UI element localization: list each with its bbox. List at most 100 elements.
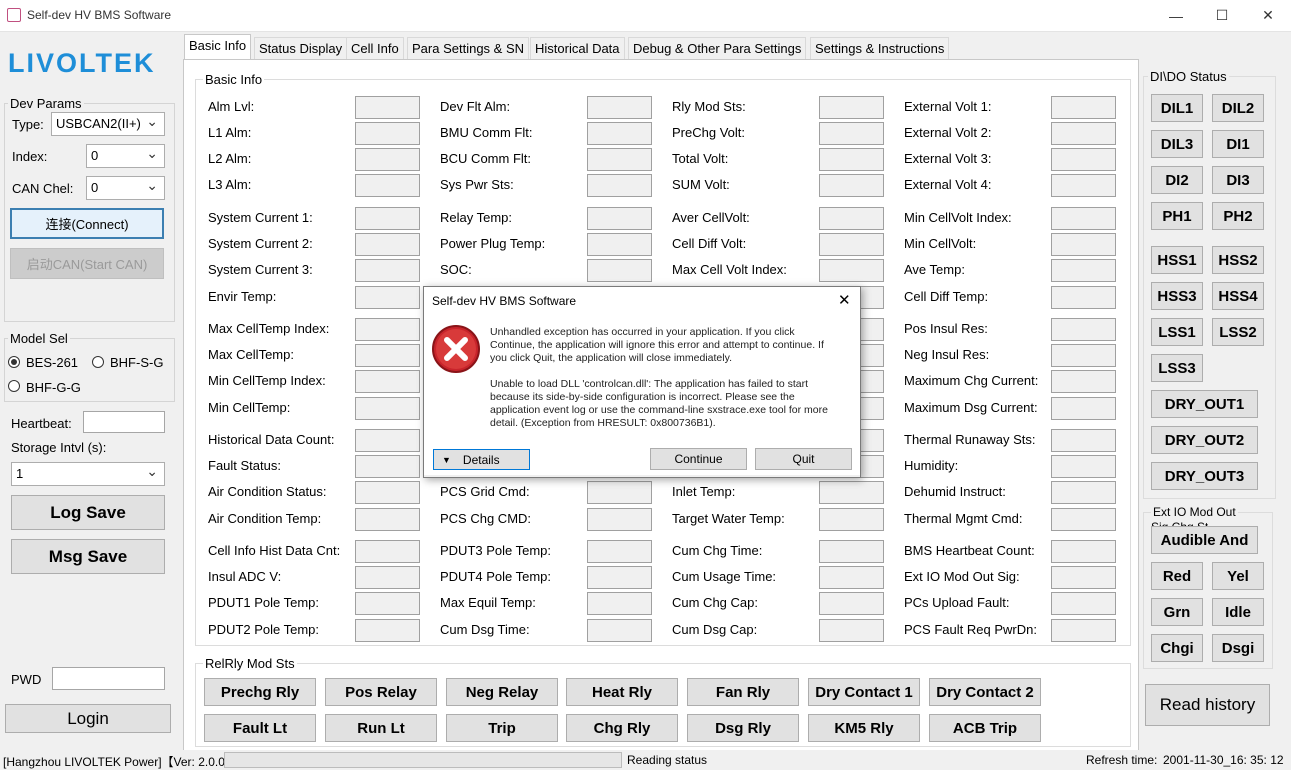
value-field xyxy=(355,344,420,367)
model-radio-bes261[interactable] xyxy=(8,356,20,368)
relay-status-button[interactable]: Dsg Rly xyxy=(687,714,799,742)
msg-save-button[interactable]: Msg Save xyxy=(11,539,165,574)
continue-button[interactable]: Continue xyxy=(650,448,747,470)
app-icon xyxy=(7,8,21,22)
tab-para-settings[interactable]: Para Settings & SN xyxy=(407,37,529,59)
value-field xyxy=(1051,96,1116,119)
field-label: External Volt 4: xyxy=(904,177,992,192)
close-button[interactable]: ✕ xyxy=(1245,0,1291,31)
dido-indicator: PH2 xyxy=(1212,202,1264,230)
tab-basic-info[interactable]: Basic Info xyxy=(184,34,252,60)
storage-interval-select[interactable]: 1 xyxy=(11,462,165,486)
log-save-button[interactable]: Log Save xyxy=(11,495,165,530)
can-channel-value: 0 xyxy=(91,180,99,195)
details-chevron-icon: ▼ xyxy=(442,454,451,465)
value-field xyxy=(819,259,884,282)
field-label: Envir Temp: xyxy=(208,289,277,304)
field-label: Pos Insul Res: xyxy=(904,321,988,336)
heartbeat-label: Heartbeat: xyxy=(11,416,72,431)
tab-status-display[interactable]: Status Display xyxy=(254,37,348,59)
dido-indicator: HSS4 xyxy=(1212,282,1264,310)
value-field xyxy=(355,397,420,420)
basic-info-title: Basic Info xyxy=(203,72,265,87)
relay-status-button[interactable]: Trip xyxy=(446,714,558,742)
value-field xyxy=(1051,286,1116,309)
field-label: Dehumid Instruct: xyxy=(904,484,1006,499)
relay-status-button[interactable]: KM5 Rly xyxy=(808,714,920,742)
index-value: 0 xyxy=(91,148,99,163)
value-field xyxy=(1051,122,1116,145)
dialog-title: Self-dev HV BMS Software xyxy=(432,294,577,308)
field-label: Thermal Runaway Sts: xyxy=(904,432,1036,447)
field-label: BCU Comm Flt: xyxy=(440,151,531,166)
audible-indicator: Audible And xyxy=(1151,526,1258,554)
value-field xyxy=(355,481,420,504)
dialog-close-icon[interactable]: ✕ xyxy=(838,291,851,309)
reading-status: Reading status xyxy=(627,753,708,767)
maximize-button[interactable]: ☐ xyxy=(1199,0,1245,31)
error-dialog: Self-dev HV BMS Software ✕ Unhandled exc… xyxy=(423,286,861,478)
relay-status-button[interactable]: Pos Relay xyxy=(325,678,437,706)
tab-cell-info[interactable]: Cell Info xyxy=(346,37,404,59)
relay-status-button[interactable]: ACB Trip xyxy=(929,714,1041,742)
field-label: System Current 2: xyxy=(208,236,313,251)
pwd-input[interactable] xyxy=(52,667,165,690)
storage-interval-value: 1 xyxy=(16,466,24,481)
field-label: L2 Alm: xyxy=(208,151,252,166)
field-label: Min CellTemp Index: xyxy=(208,373,326,388)
field-label: Alm Lvl: xyxy=(208,99,255,114)
field-label: Rly Mod Sts: xyxy=(672,99,746,114)
relay-status-button[interactable]: Dry Contact 2 xyxy=(929,678,1041,706)
model-radio-bhfsg[interactable] xyxy=(92,356,104,368)
value-field xyxy=(819,207,884,230)
details-button[interactable]: ▼ Details xyxy=(433,449,530,470)
connect-button[interactable]: 连接(Connect) xyxy=(10,208,164,239)
login-button[interactable]: Login xyxy=(5,704,171,733)
value-field xyxy=(587,566,652,589)
relay-status-button[interactable]: Dry Contact 1 xyxy=(808,678,920,706)
read-history-button[interactable]: Read history xyxy=(1145,684,1270,726)
dido-indicator: LSS1 xyxy=(1151,318,1203,346)
dialog-message-2: Unable to load DLL 'controlcan.dll': The… xyxy=(490,378,828,429)
tab-settings-instructions[interactable]: Settings & Instructions xyxy=(810,37,950,59)
relay-status-button[interactable]: Neg Relay xyxy=(446,678,558,706)
start-can-button[interactable]: 启动CAN(Start CAN) xyxy=(10,248,164,279)
model-radio-bhfgg[interactable] xyxy=(8,380,20,392)
error-icon xyxy=(431,324,481,374)
value-field xyxy=(1051,233,1116,256)
field-label: Neg Insul Res: xyxy=(904,347,990,362)
relay-status-button[interactable]: Fault Lt xyxy=(204,714,316,742)
value-field xyxy=(1051,174,1116,197)
index-label: Index: xyxy=(12,149,48,164)
index-select[interactable]: 0 xyxy=(86,144,165,168)
value-field xyxy=(355,96,420,119)
quit-button[interactable]: Quit xyxy=(755,448,852,470)
value-field xyxy=(819,592,884,615)
field-label: PDUT2 Pole Temp: xyxy=(208,622,320,637)
field-label: Min CellVolt: xyxy=(904,236,977,251)
value-field xyxy=(1051,619,1116,642)
relay-status-button[interactable]: Run Lt xyxy=(325,714,437,742)
dido-indicator: DIL1 xyxy=(1151,94,1203,122)
value-field xyxy=(355,508,420,531)
field-label: Cum Dsg Time: xyxy=(440,622,530,637)
field-label: BMU Comm Flt: xyxy=(440,125,533,140)
value-field xyxy=(1051,370,1116,393)
tab-debug-para[interactable]: Debug & Other Para Settings xyxy=(628,37,807,59)
minimize-button[interactable]: — xyxy=(1153,0,1199,31)
value-field xyxy=(1051,455,1116,478)
type-select[interactable]: USBCAN2(II+) xyxy=(51,112,165,136)
dido-indicator: PH1 xyxy=(1151,202,1203,230)
relay-status-button[interactable]: Heat Rly xyxy=(566,678,678,706)
title-bar xyxy=(0,0,1291,32)
relay-status-button[interactable]: Prechg Rly xyxy=(204,678,316,706)
value-field xyxy=(819,122,884,145)
tab-historical-data[interactable]: Historical Data xyxy=(530,37,625,59)
can-channel-select[interactable]: 0 xyxy=(86,176,165,200)
heartbeat-field xyxy=(83,411,165,433)
value-field xyxy=(819,566,884,589)
relay-status-button[interactable]: Fan Rly xyxy=(687,678,799,706)
value-field xyxy=(355,122,420,145)
relay-status-button[interactable]: Chg Rly xyxy=(566,714,678,742)
dido-indicator: DI1 xyxy=(1212,130,1264,158)
